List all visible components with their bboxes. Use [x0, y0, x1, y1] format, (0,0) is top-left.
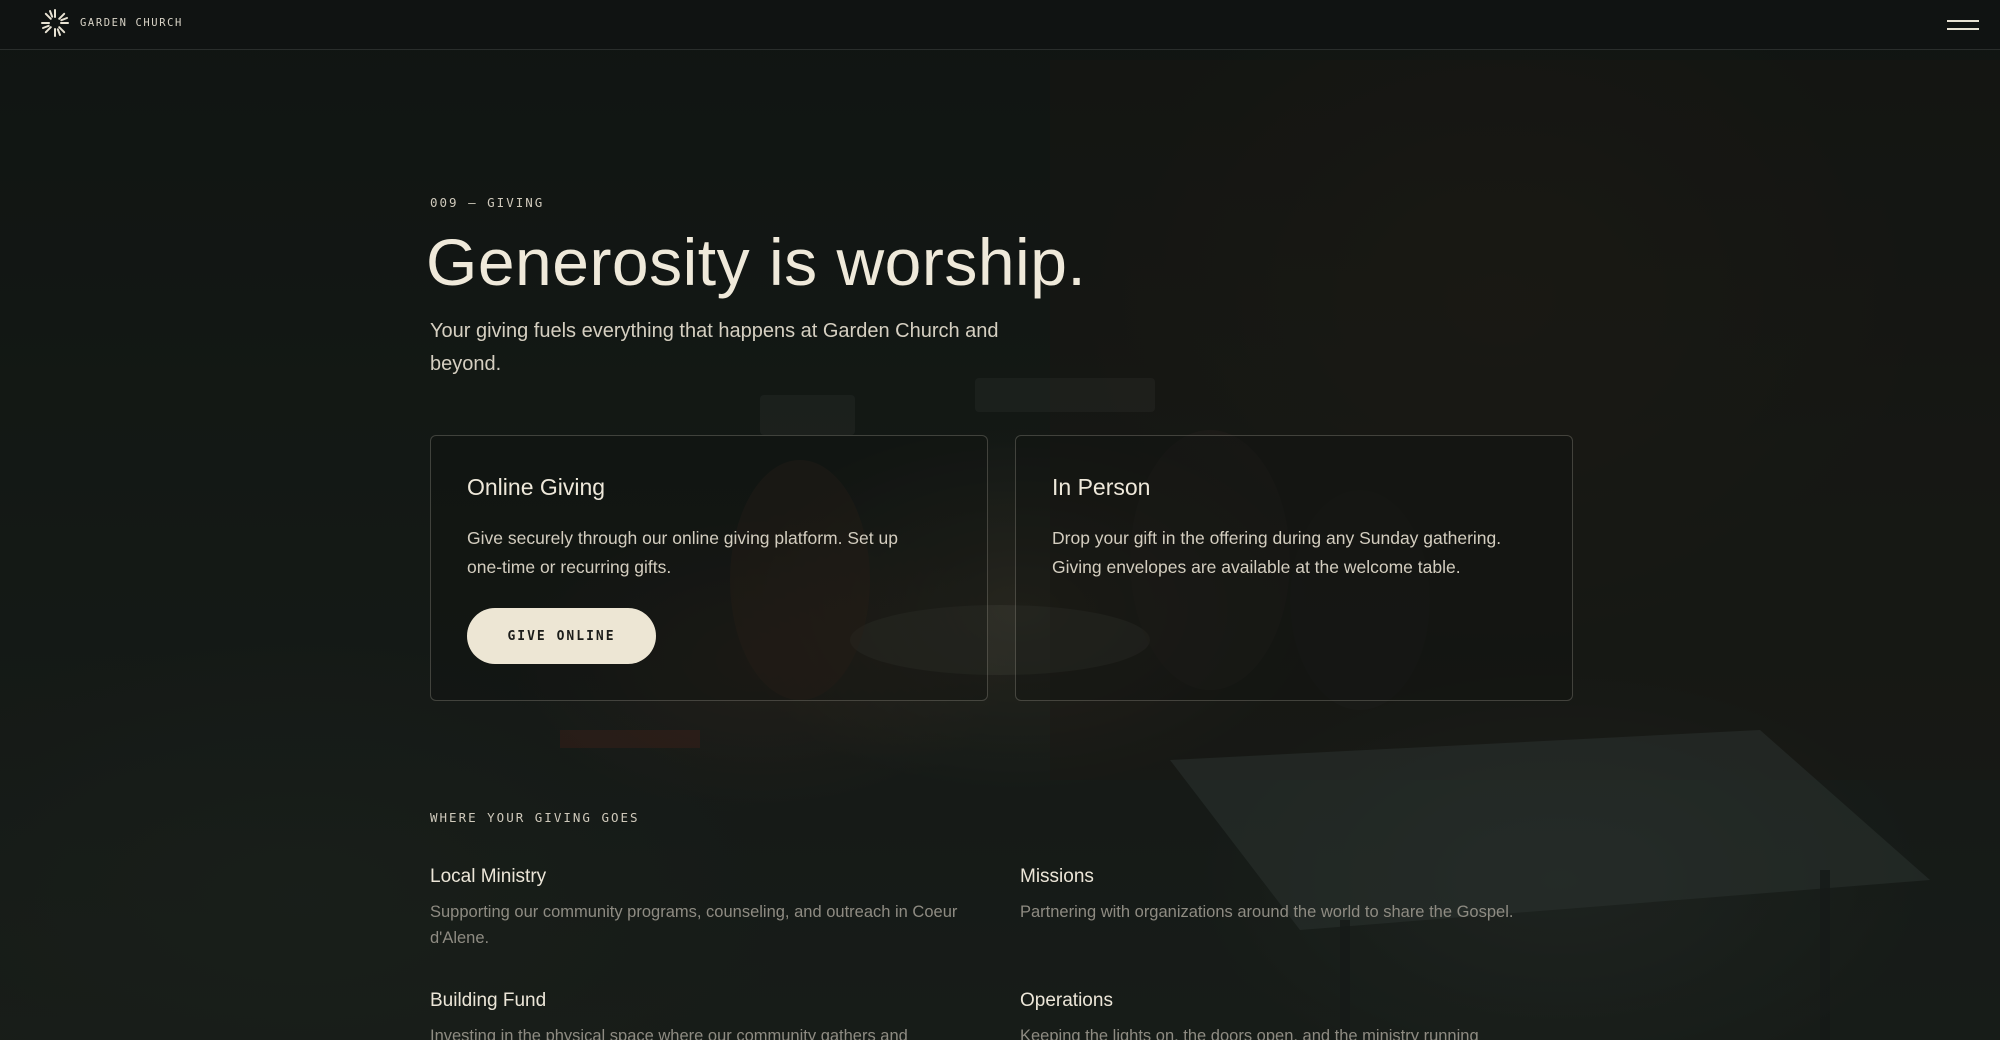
page-title: Generosity is worship. — [426, 225, 1087, 299]
card-body: Give securely through our online giving … — [467, 528, 898, 577]
section-eyebrow: 009 — GIVING — [430, 195, 545, 210]
sunburst-logo-icon — [41, 9, 69, 37]
hamburger-menu-icon[interactable] — [1946, 14, 1980, 36]
fund-title: Local Ministry — [430, 866, 547, 887]
fund-title: Missions — [1020, 866, 1094, 887]
card-body: Drop your gift in the offering during an… — [1052, 528, 1502, 577]
fund-title: Operations — [1020, 990, 1113, 1011]
fund-item-building-fund: Building Fund Investing in the physical … — [430, 990, 990, 1040]
brand-name: GARDEN CHURCH — [80, 17, 183, 29]
fund-description: Keeping the lights on, the doors open, a… — [1020, 1027, 1479, 1040]
in-person-card: In Person Drop your gift in the offering… — [1015, 435, 1573, 701]
card-title: Online Giving — [467, 474, 606, 500]
brand-logo-link[interactable]: GARDEN CHURCH — [40, 8, 183, 38]
card-title: In Person — [1052, 474, 1151, 500]
menu-line — [1947, 20, 1979, 22]
page-subtitle: Your giving fuels everything that happen… — [430, 320, 999, 375]
fund-item-operations: Operations Keeping the lights on, the do… — [1020, 990, 1580, 1040]
fund-description: Supporting our community programs, couns… — [430, 903, 958, 947]
fund-title: Building Fund — [430, 990, 547, 1011]
fund-description: Partnering with organizations around the… — [1020, 903, 1514, 921]
fund-description: Investing in the physical space where ou… — [430, 1027, 908, 1040]
funds-section-label: WHERE YOUR GIVING GOES — [430, 810, 640, 825]
fund-item-missions: Missions Partnering with organizations a… — [1020, 866, 1580, 925]
menu-line — [1947, 28, 1979, 30]
online-giving-card: Online Giving Give securely through our … — [430, 435, 988, 701]
top-navigation-bar: GARDEN CHURCH — [0, 0, 2000, 50]
fund-item-local-ministry: Local Ministry Supporting our community … — [430, 866, 990, 951]
background-overlay — [0, 0, 2000, 1040]
give-online-button[interactable]: GIVE ONLINE — [467, 608, 656, 664]
